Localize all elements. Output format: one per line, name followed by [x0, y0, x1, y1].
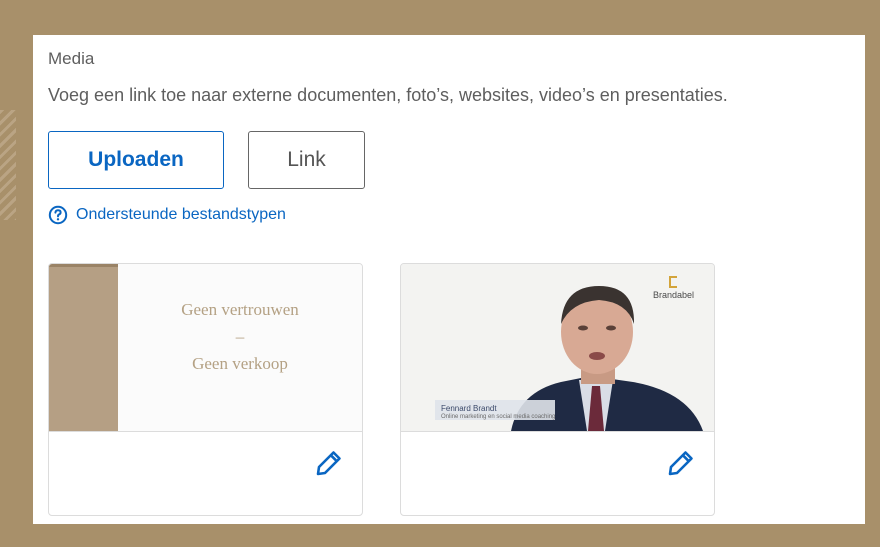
link-button[interactable]: Link	[248, 131, 365, 189]
slide-line-2: –	[235, 327, 245, 346]
media-card-video[interactable]: Brandabel Fennard Brandt Online marketin…	[400, 263, 715, 516]
slide-line-1: Geen vertrouwen	[181, 300, 299, 319]
pencil-icon	[316, 451, 341, 476]
lower-third-subtitle: Online marketing en social media coachin…	[441, 414, 556, 420]
section-title: Media	[48, 49, 95, 68]
lower-third-name: Fennard Brandt	[441, 404, 497, 413]
logo-mark	[669, 276, 678, 288]
slide-text: Geen vertrouwen – Geen verkoop	[118, 296, 362, 377]
presentation-thumbnail: Geen vertrouwen – Geen verkoop	[49, 264, 362, 432]
upload-button[interactable]: Uploaden	[48, 131, 224, 189]
media-card-presentation[interactable]: Geen vertrouwen – Geen verkoop	[48, 263, 363, 516]
media-section: Media Voeg een link toe naar externe doc…	[33, 35, 865, 524]
section-description: Voeg een link toe naar externe documente…	[48, 85, 728, 105]
brand-logo: Brandabel	[653, 276, 694, 300]
lower-third: Fennard Brandt Online marketing en socia…	[437, 402, 559, 424]
logo-text: Brandabel	[652, 290, 694, 300]
slide-line-3: Geen verkoop	[192, 354, 288, 373]
help-link-label: Ondersteunde bestandstypen	[76, 206, 286, 223]
decorative-pattern	[0, 110, 16, 220]
pencil-icon	[668, 451, 693, 476]
edit-media-button[interactable]	[314, 448, 344, 478]
edit-media-button[interactable]	[666, 448, 696, 478]
slide-side-band	[49, 267, 118, 431]
supported-file-types-link[interactable]: Ondersteunde bestandstypen	[48, 205, 286, 225]
help-circle-icon	[48, 205, 68, 225]
video-thumbnail: Brandabel Fennard Brandt Online marketin…	[401, 264, 714, 432]
